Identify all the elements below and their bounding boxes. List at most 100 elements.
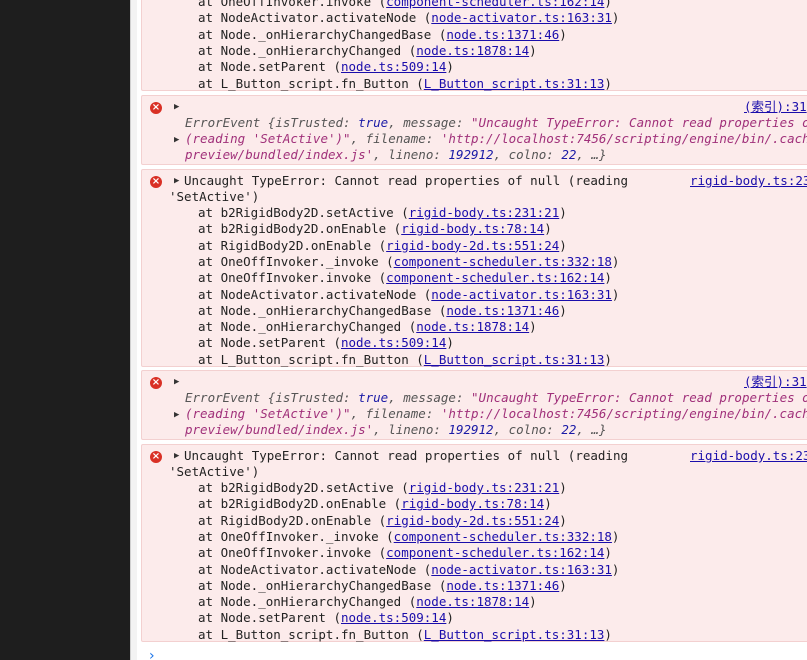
stack-frame-function: at Node._onHierarchyChangedBase ( — [198, 577, 447, 593]
event-name: ErrorEvent — [185, 390, 261, 405]
stack-frame: at RigidBody2D.onEnable (rigid-body-2d.t… — [198, 238, 567, 254]
stack-frame-suffix: ) — [559, 480, 567, 495]
expand-triangle-icon[interactable]: ▶ — [174, 132, 179, 148]
event-key: , colno: — [493, 147, 562, 162]
stack-frame: at L_Button_script.fn_Button (L_Button_s… — [198, 627, 612, 643]
stack-frame-link[interactable]: rigid-body.ts:231:21 — [409, 205, 560, 220]
stack-frame-link[interactable]: node.ts:1878:14 — [416, 319, 529, 334]
stack-frame: at Node._onHierarchyChanged (node.ts:187… — [198, 319, 537, 335]
event-key: , filename: — [350, 131, 441, 146]
stack-frame-link[interactable]: component-scheduler.ts:162:14 — [386, 270, 604, 285]
stack-frame-suffix: ) — [544, 221, 552, 237]
stack-frame-link[interactable]: node.ts:509:14 — [341, 59, 446, 74]
panel-divider[interactable] — [130, 0, 137, 660]
event-text: {isTrusted: — [260, 115, 359, 130]
source-link[interactable]: (索引):31 — [744, 374, 807, 390]
stack-frame-function: at OneOffInvoker.invoke ( — [198, 270, 387, 286]
event-key: , …} — [576, 147, 607, 162]
console-panel: at OneOffInvoker.invoke (component-sched… — [137, 0, 807, 660]
stack-frame-link[interactable]: rigid-body-2d.ts:551:24 — [386, 238, 559, 253]
stack-frame-function: at NodeActivator.activateNode ( — [198, 286, 432, 302]
stack-frame-link[interactable]: node.ts:1371:46 — [446, 303, 559, 318]
stack-frame-suffix: ) — [529, 42, 537, 58]
error-event-line-3: preview/bundled/index.js', lineno: 19291… — [185, 147, 606, 163]
stack-frame-function: at OneOffInvoker.invoke ( — [198, 545, 387, 561]
event-value: true — [358, 115, 389, 130]
stack-frame-link[interactable]: rigid-body-2d.ts:551:24 — [386, 513, 559, 528]
source-link[interactable]: (索引):31 — [744, 99, 807, 115]
stack-frame-suffix: ) — [604, 270, 612, 286]
stack-frame-link[interactable]: component-scheduler.ts:162:14 — [386, 0, 604, 9]
stack-frame-link[interactable]: component-scheduler.ts:332:18 — [394, 254, 612, 269]
stack-frame: at L_Button_script.fn_Button (L_Button_s… — [198, 76, 612, 92]
stack-frame-function: at RigidBody2D.onEnable ( — [198, 512, 387, 528]
stack-frame-link[interactable]: node.ts:1371:46 — [446, 578, 559, 593]
stack-frame: at OneOffInvoker._invoke (component-sche… — [198, 254, 619, 270]
error-icon: × — [150, 102, 162, 114]
stack-frame-suffix: ) — [611, 528, 620, 544]
chevron-right-icon[interactable]: › — [149, 648, 155, 660]
stack-frame-suffix: ) — [559, 512, 567, 528]
event-number: 22 — [561, 147, 577, 162]
stack-frame-link[interactable]: L_Button_script.ts:31:13 — [424, 352, 605, 367]
stack-frame-suffix: ) — [611, 561, 620, 577]
error-title-line-1: Uncaught TypeError: Cannot read properti… — [184, 173, 629, 188]
source-link[interactable]: rigid-body.ts:23 — [690, 448, 807, 464]
stack-frame-link[interactable]: node.ts:1371:46 — [446, 27, 559, 42]
source-link[interactable]: rigid-body.ts:23 — [690, 173, 807, 189]
stack-frame-link[interactable]: node.ts:509:14 — [341, 335, 446, 350]
event-value: true — [358, 390, 389, 405]
event-text: {isTrusted: — [260, 390, 359, 405]
stack-frame-link[interactable]: rigid-body.ts:78:14 — [401, 496, 544, 511]
stack-frame-link[interactable]: node.ts:1878:14 — [416, 43, 529, 58]
stack-frame-link[interactable]: component-scheduler.ts:332:18 — [394, 529, 612, 544]
stack-frame-function: at Node.setParent ( — [198, 610, 341, 626]
stack-frame: at Node.setParent (node.ts:509:14) — [198, 335, 454, 351]
stack-frame-function: at OneOffInvoker.invoke ( — [198, 0, 387, 9]
expand-triangle-icon[interactable]: ▶ — [174, 374, 179, 390]
event-string: "Uncaught TypeError: Cannot read propert… — [471, 115, 807, 130]
stack-frame-link[interactable]: rigid-body.ts:78:14 — [401, 221, 544, 236]
stack-frame-link[interactable]: L_Button_script.ts:31:13 — [424, 627, 605, 642]
stack-frame-link[interactable]: L_Button_script.ts:31:13 — [424, 76, 605, 91]
error-event-line-2: (reading 'SetActive')", filename: 'http:… — [185, 131, 807, 147]
event-number: 192912 — [448, 147, 494, 162]
stack-frame-function: at b2RigidBody2D.setActive ( — [198, 205, 409, 220]
stack-frame-function: at Node._onHierarchyChanged ( — [198, 594, 417, 610]
event-string: (reading 'SetActive')" — [185, 406, 351, 421]
stack-frame-function: at L_Button_script.fn_Button ( — [198, 626, 424, 642]
stack-frame: at Node._onHierarchyChanged (node.ts:187… — [198, 594, 537, 610]
expand-triangle-icon[interactable]: ▶ — [174, 173, 179, 189]
expand-triangle-icon[interactable]: ▶ — [174, 99, 179, 115]
stack-frame-function: at L_Button_script.fn_Button ( — [198, 351, 424, 367]
stack-frame-function: at OneOffInvoker._invoke ( — [198, 253, 394, 269]
expand-triangle-icon[interactable]: ▶ — [174, 407, 179, 423]
stack-frame-suffix: ) — [604, 0, 612, 9]
stack-frame-suffix: ) — [446, 59, 454, 75]
console-message-error-event: × ▶ (索引):31 ErrorEvent {isTrusted: true,… — [141, 370, 807, 440]
error-icon: × — [150, 451, 162, 463]
stack-frame-link[interactable]: node-activator.ts:163:31 — [431, 287, 612, 302]
stack-frame-link[interactable]: component-scheduler.ts:162:14 — [386, 545, 604, 560]
stack-frame: at OneOffInvoker.invoke (component-sched… — [198, 0, 612, 10]
stack-frame-link[interactable]: node.ts:1878:14 — [416, 594, 529, 609]
stack-frame-link[interactable]: rigid-body.ts:231:21 — [409, 480, 560, 495]
stack-frame-suffix: ) — [559, 302, 567, 318]
stack-frame-suffix: ) — [446, 335, 454, 351]
stack-frame: at NodeActivator.activateNode (node-acti… — [198, 287, 619, 303]
stack-frame: at b2RigidBody2D.onEnable (rigid-body.ts… — [198, 496, 552, 512]
stack-frame-suffix: ) — [559, 26, 567, 42]
event-string: preview/bundled/index.js' — [185, 422, 374, 437]
error-icon: × — [150, 176, 162, 188]
stack-frame: at OneOffInvoker.invoke (component-sched… — [198, 270, 612, 286]
stack-frame-link[interactable]: node-activator.ts:163:31 — [431, 562, 612, 577]
event-string: 'http://localhost:7456/scripting/engine/… — [440, 406, 807, 421]
stack-frame-suffix: ) — [604, 351, 612, 367]
stack-frame-link[interactable]: node-activator.ts:163:31 — [431, 10, 612, 25]
stack-frame: at RigidBody2D.onEnable (rigid-body-2d.t… — [198, 513, 567, 529]
stack-frame: at Node._onHierarchyChangedBase (node.ts… — [198, 303, 567, 319]
event-key: , message: — [388, 115, 472, 130]
stack-frame-link[interactable]: node.ts:509:14 — [341, 610, 446, 625]
expand-triangle-icon[interactable]: ▶ — [174, 448, 179, 464]
error-title-line-1: Uncaught TypeError: Cannot read properti… — [184, 448, 629, 463]
